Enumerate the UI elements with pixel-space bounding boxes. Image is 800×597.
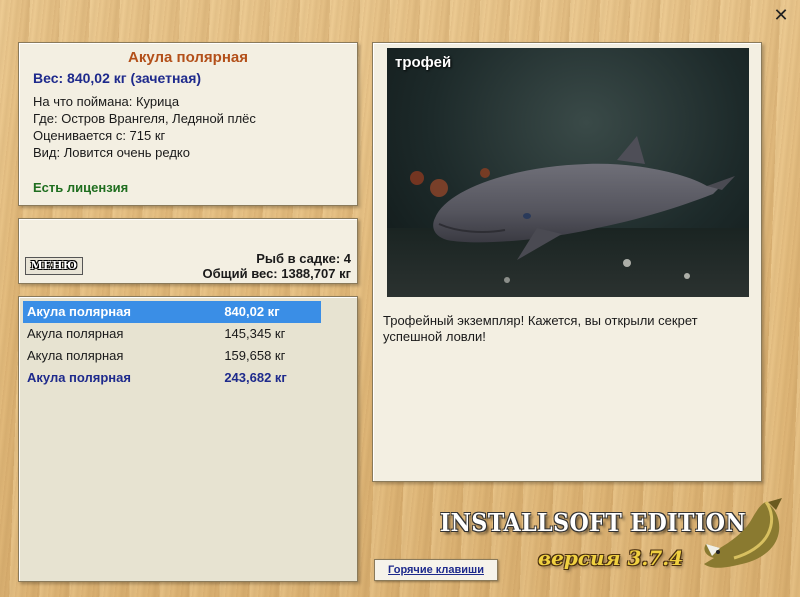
fish-photo: трофей	[387, 48, 749, 297]
fish-title: Акула полярная	[128, 49, 248, 66]
hotkeys-button[interactable]: Горячие клавиши	[374, 559, 498, 581]
fish-info-panel: Акула полярная Вес: 840,02 кг (зачетная)…	[18, 42, 358, 206]
trophy-badge: трофей	[395, 54, 452, 71]
catch-list-item[interactable]: Акула полярная 840,02 кг	[23, 301, 321, 323]
catch-item-weight: 145,345 кг	[224, 326, 286, 341]
catch-list-item[interactable]: Акула полярная 159,658 кг	[23, 345, 321, 367]
shark-image	[387, 136, 749, 297]
catch-item-weight: 243,682 кг	[224, 370, 287, 385]
catch-item-name: Акула полярная	[27, 370, 131, 385]
close-button[interactable]: ✕	[772, 6, 790, 24]
license-status: Есть лицензия	[33, 180, 129, 195]
fish-count: Рыб в садке: 4	[256, 251, 351, 266]
catch-list-rows: Акула полярная 840,02 кг Акула полярная 145…	[23, 301, 353, 389]
fish-rarity: Вид: Ловится очень редко	[33, 145, 190, 160]
catch-description: Трофейный экземпляр! Кажется, вы открыли…	[383, 313, 698, 344]
fish-weight: Вес: 840,02 кг (зачетная)	[33, 70, 202, 86]
catch-item-name: Акула полярная	[27, 348, 124, 363]
menu-button[interactable]: МЕНЮ	[25, 257, 83, 275]
catch-item-weight: 840,02 кг	[224, 304, 280, 319]
catch-item-name: Акула полярная	[27, 304, 131, 319]
fish-bait: На что поймана: Курица	[33, 94, 180, 109]
catch-list[interactable]: Акула полярная 840,02 кг Акула полярная 145…	[18, 296, 358, 582]
photo-panel: трофей Трофейный экземпляр! Кажется, вы …	[372, 42, 762, 482]
pike-logo-icon	[704, 498, 782, 568]
fish-rated-from: Оценивается с: 715 кг	[33, 128, 166, 143]
catch-item-weight: 159,658 кг	[224, 348, 286, 363]
catch-list-item[interactable]: Акула полярная 243,682 кг	[23, 367, 321, 389]
keepnet-stats-panel: МЕНЮ Рыб в садке: 4 Общий вес: 1388,707 …	[18, 218, 358, 284]
catch-item-name: Акула полярная	[27, 326, 124, 341]
total-weight: Общий вес: 1388,707 кг	[202, 266, 351, 281]
version-label: версия 3.7.4	[538, 546, 684, 570]
fish-location: Где: Остров Врангеля, Ледяной плёс	[33, 111, 256, 126]
catch-list-item[interactable]: Акула полярная 145,345 кг	[23, 323, 321, 345]
